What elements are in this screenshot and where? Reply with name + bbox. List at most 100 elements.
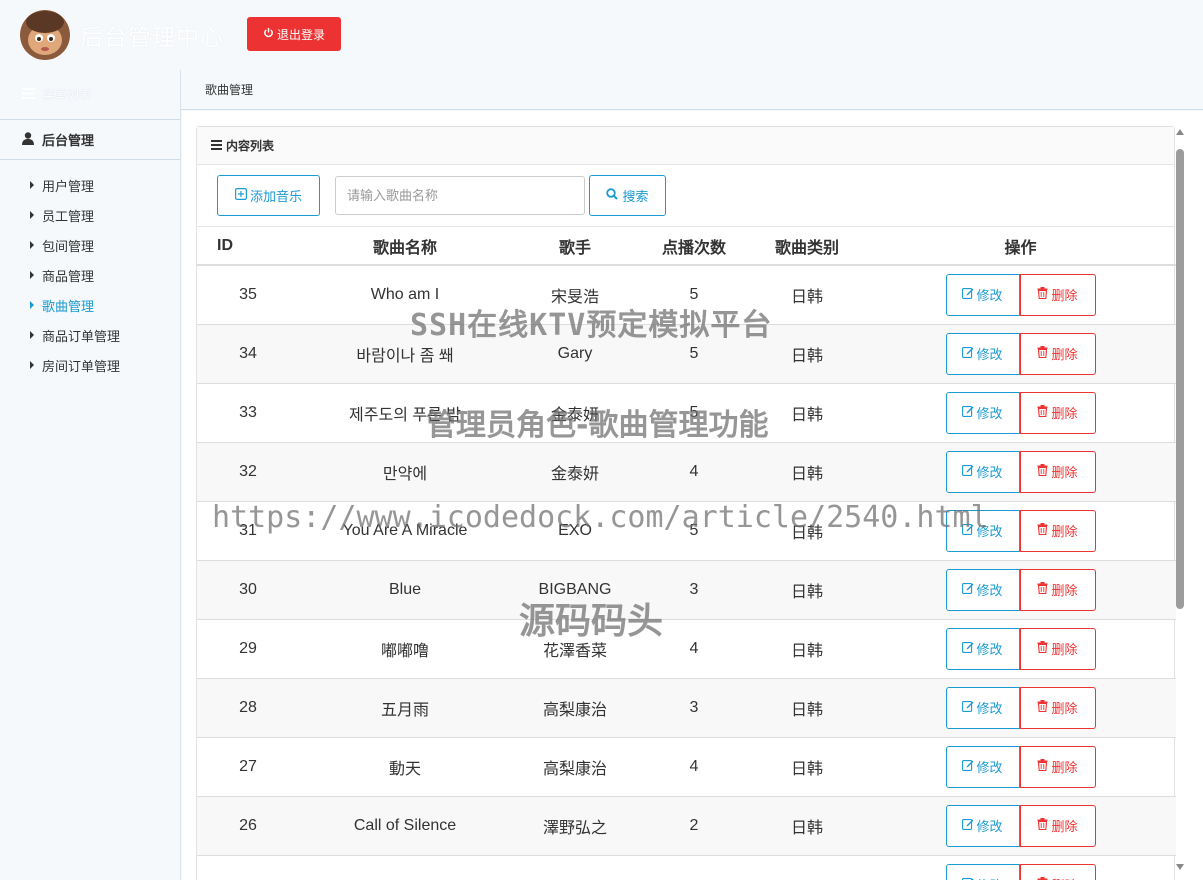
cell-singer: 高梨康治 [511, 737, 639, 797]
cell-singer: 花澤香菜 [511, 619, 639, 679]
delete-button[interactable]: 删除 [1019, 450, 1096, 493]
delete-button[interactable]: 删除 [1019, 391, 1096, 434]
bars-icon [211, 139, 222, 153]
cell-plays: 4 [639, 442, 749, 502]
add-music-label: 添加音乐 [249, 189, 302, 204]
cell-actions: 修改 删除 [865, 619, 1176, 679]
column-header-plays[interactable]: 点播次数 [639, 227, 749, 266]
delete-label: 删除 [1051, 288, 1078, 304]
avatar [20, 10, 70, 60]
edit-icon [962, 287, 974, 302]
cell-plays: 5 [639, 383, 749, 443]
song-name-search-input[interactable] [335, 176, 585, 215]
sidebar-item-room-orders[interactable]: 房间订单管理 [0, 350, 180, 380]
sidebar-item-staff[interactable]: 员工管理 [0, 200, 180, 230]
edit-button[interactable]: 修改 [945, 332, 1020, 375]
scroll-up-arrow-icon[interactable] [1176, 129, 1184, 135]
cell-actions: 修改 删除 [865, 324, 1176, 384]
delete-button[interactable]: 删除 [1019, 863, 1096, 880]
caret-right-icon [30, 211, 34, 219]
edit-label: 修改 [976, 465, 1003, 480]
sidebar-item-songs[interactable]: 歌曲管理 [0, 290, 180, 320]
plus-square-icon [234, 188, 247, 203]
column-header-singer[interactable]: 歌手 [511, 227, 639, 266]
edit-button[interactable]: 修改 [945, 863, 1020, 880]
sidebar-item-users[interactable]: 用户管理 [0, 170, 180, 200]
edit-button[interactable]: 修改 [945, 509, 1020, 552]
edit-label: 修改 [976, 875, 1002, 880]
cell-plays: 4 [639, 737, 749, 797]
main-content: 内容列表 添加音乐 搜索 ID [182, 111, 1203, 880]
cell-actions: 修改 删除 [865, 265, 1176, 325]
trash-icon [1037, 582, 1048, 597]
cell-singer: 宋旻浩 [511, 265, 639, 325]
cell-category: 日韩 [749, 501, 865, 561]
column-header-category[interactable]: 歌曲类别 [749, 227, 865, 266]
cell-id: 29 [197, 619, 299, 679]
cell-plays [639, 855, 749, 880]
delete-button[interactable]: 删除 [1019, 745, 1096, 788]
trash-icon [1037, 464, 1048, 479]
delete-label: 删除 [1051, 819, 1078, 834]
cell-song-name: Who am I [299, 265, 511, 325]
cell-singer: Gary [511, 324, 639, 384]
delete-button[interactable]: 删除 [1019, 273, 1096, 316]
logout-label: 退出登录 [276, 27, 325, 42]
edit-icon [962, 700, 974, 715]
cell-plays: 2 [639, 796, 749, 856]
power-icon [263, 27, 274, 41]
cell-category: 日韩 [749, 442, 865, 502]
vertical-scrollbar[interactable] [1174, 127, 1186, 880]
edit-label: 修改 [976, 760, 1003, 775]
edit-button[interactable]: 修改 [945, 568, 1020, 611]
list-icon [22, 87, 35, 102]
edit-button[interactable]: 修改 [945, 450, 1020, 493]
table-row: 32 만약에 金泰妍 4 日韩 修改 删除 [197, 442, 1176, 502]
delete-label: 删除 [1051, 642, 1078, 657]
cell-actions: 修改 删除 [865, 678, 1176, 738]
trash-icon [1037, 523, 1048, 538]
table-row: 27 動天 高梨康治 4 日韩 修改 删除 [197, 737, 1176, 797]
delete-button[interactable]: 删除 [1019, 804, 1096, 847]
edit-button[interactable]: 修改 [945, 273, 1020, 316]
cell-id: 31 [197, 501, 299, 561]
delete-button[interactable]: 删除 [1019, 686, 1096, 729]
column-header-actions: 操作 [865, 227, 1176, 266]
cell-id: 26 [197, 796, 299, 856]
edit-button[interactable]: 修改 [945, 686, 1020, 729]
column-header-name[interactable]: 歌曲名称 [299, 227, 511, 266]
delete-button[interactable]: 删除 [1019, 568, 1096, 611]
edit-button[interactable]: 修改 [945, 745, 1020, 788]
search-label: 搜索 [622, 189, 649, 204]
trash-icon [1037, 405, 1048, 420]
sidebar-item-product-orders[interactable]: 商品订单管理 [0, 320, 180, 350]
search-button[interactable]: 搜索 [589, 175, 666, 216]
cell-song-name: You Are A Miracle [299, 501, 511, 561]
scroll-thumb[interactable] [1176, 149, 1184, 609]
edit-button[interactable]: 修改 [945, 391, 1020, 434]
cell-actions: 修改 删除 [865, 796, 1176, 856]
sidebar-item-label: 用户管理 [42, 178, 95, 194]
cell-id [197, 855, 299, 880]
edit-icon [962, 464, 974, 479]
delete-label: 删除 [1051, 406, 1078, 421]
logout-button[interactable]: 退出登录 [247, 17, 341, 51]
sidebar-group-admin[interactable]: 后台管理 [0, 120, 180, 160]
sidebar-item-rooms[interactable]: 包间管理 [0, 230, 180, 260]
delete-button[interactable]: 删除 [1019, 627, 1096, 670]
edit-button[interactable]: 修改 [945, 627, 1020, 670]
table-row: 29 嘟嘟噜 花澤香菜 4 日韩 修改 删除 [197, 619, 1176, 679]
delete-label: 删除 [1051, 760, 1078, 775]
delete-button[interactable]: 删除 [1019, 332, 1096, 375]
delete-button[interactable]: 删除 [1019, 509, 1096, 552]
scroll-down-arrow-icon[interactable] [1176, 864, 1184, 870]
delete-label: 删除 [1051, 701, 1078, 716]
caret-right-icon [30, 241, 34, 249]
column-header-id[interactable]: ID [197, 227, 299, 266]
edit-button[interactable]: 修改 [945, 804, 1020, 847]
table-row: 33 제주도의 푸른 밤 金泰妍 5 日韩 修改 删除 [197, 383, 1176, 443]
cell-actions: 修改 删除 [865, 442, 1176, 502]
songs-table: ID 歌曲名称 歌手 点播次数 歌曲类别 操作 35 Who am I 宋旻浩 5 日韩… [197, 227, 1176, 880]
add-music-button[interactable]: 添加音乐 [217, 175, 320, 216]
sidebar-item-products[interactable]: 商品管理 [0, 260, 180, 290]
